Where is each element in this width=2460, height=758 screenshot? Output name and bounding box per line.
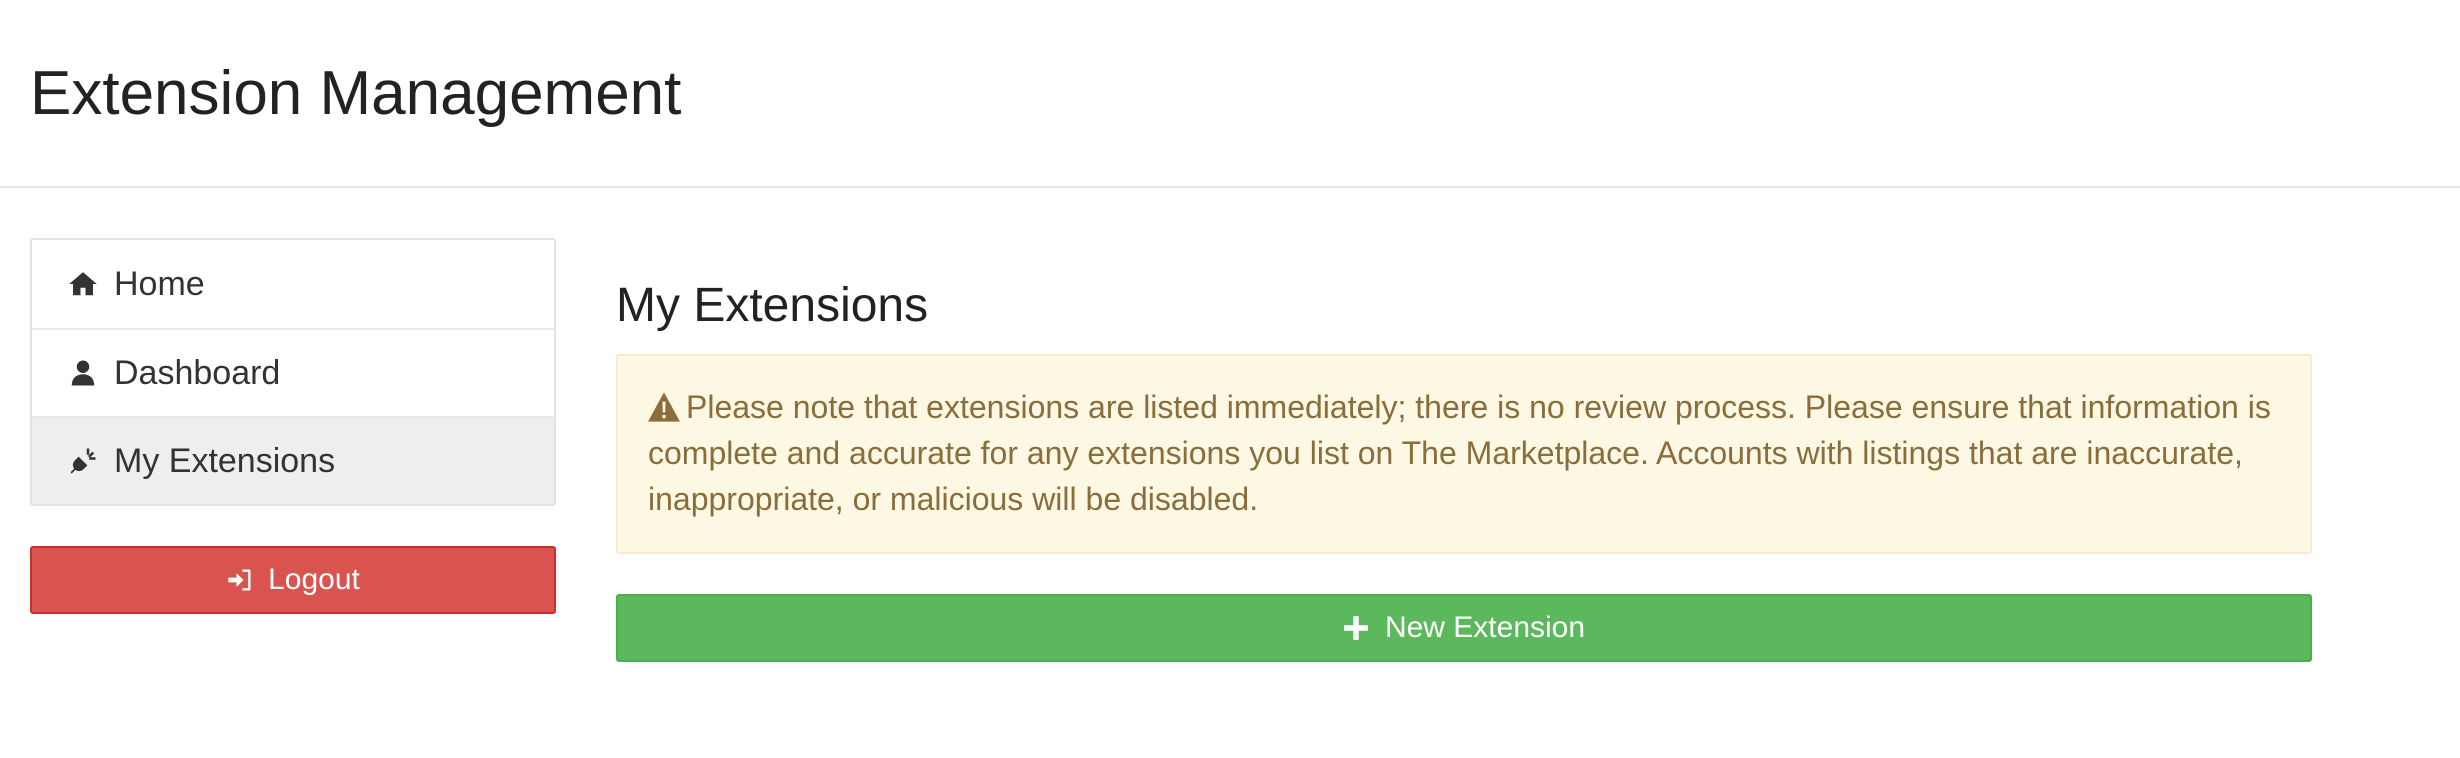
alert-text: Please note that extensions are listed i… <box>648 389 2271 517</box>
page-header: Extension Management <box>0 0 2460 188</box>
section-title: My Extensions <box>616 279 929 332</box>
plus-icon <box>1343 615 1369 641</box>
new-extension-label: New Extension <box>1384 611 1586 644</box>
plug-icon <box>68 446 98 476</box>
main-content: My Extensions Please note that extension… <box>616 270 2312 662</box>
warning-alert: Please note that extensions are listed i… <box>616 354 2312 554</box>
sidebar: Home Dashboard My Extensions Logout <box>30 238 556 614</box>
warning-icon <box>648 388 680 422</box>
sidebar-item-dashboard[interactable]: Dashboard <box>32 328 554 416</box>
sidebar-item-label: Dashboard <box>114 353 281 392</box>
sidebar-item-label: Home <box>114 264 205 303</box>
sidebar-item-label: My Extensions <box>114 441 336 480</box>
logout-label: Logout <box>268 563 360 596</box>
sidebar-item-home[interactable]: Home <box>32 240 554 328</box>
page-title: Extension Management <box>30 59 682 128</box>
user-icon <box>68 358 98 388</box>
logout-button[interactable]: Logout <box>30 546 556 614</box>
home-icon <box>68 269 98 299</box>
sign-in-icon <box>226 566 254 594</box>
new-extension-button[interactable]: New Extension <box>616 594 2312 662</box>
sidebar-item-my-extensions[interactable]: My Extensions <box>32 416 554 504</box>
sidebar-nav: Home Dashboard My Extensions <box>30 238 556 506</box>
